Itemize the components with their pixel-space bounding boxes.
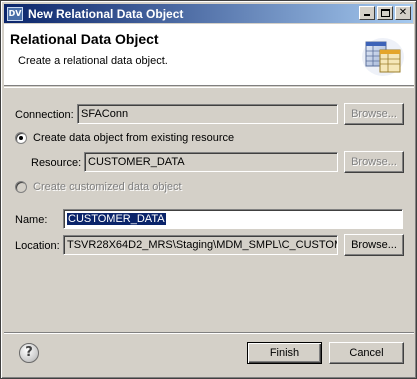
title-bar[interactable]: DV New Relational Data Object ✕ [4,4,413,23]
page-title: Relational Data Object [10,31,159,47]
name-label: Name: [15,214,48,226]
customized-object-radio [15,181,27,193]
maximize-button[interactable] [377,6,393,20]
help-icon[interactable]: ? [19,343,39,363]
name-input[interactable]: CUSTOMER_DATA [63,209,403,229]
existing-resource-radio[interactable] [15,132,27,144]
connection-browse-button: Browse... [344,103,404,125]
window-title: New Relational Data Object [28,6,184,21]
resource-field: CUSTOMER_DATA [84,152,338,172]
customized-object-label: Create customized data object [33,181,182,193]
location-browse-button[interactable]: Browse... [344,234,404,256]
cancel-button[interactable]: Cancel [329,342,404,364]
wizard-header: Relational Data Object Create a relation… [4,24,414,86]
header-divider [4,87,414,88]
minimize-icon [364,14,370,16]
connection-label: Connection: [15,109,74,121]
footer-divider [4,332,414,334]
name-selected-text: CUSTOMER_DATA [67,213,166,225]
location-label: Location: [15,240,60,252]
app-icon: DV [7,6,23,21]
connection-field: SFAConn [77,104,338,124]
resource-browse-button: Browse... [344,151,404,173]
existing-resource-label[interactable]: Create data object from existing resourc… [33,132,234,144]
new-relational-data-object-dialog: DV New Relational Data Object ✕ Relation… [0,0,417,379]
radio-selected-dot [19,136,23,140]
location-field: TSVR28X64D2_MRS\Staging\MDM_SMPL\C_CUSTO… [63,235,338,255]
relational-table-icon [362,38,404,76]
finish-button[interactable]: Finish [247,342,322,364]
window-controls: ✕ [357,6,411,20]
page-description: Create a relational data object. [18,55,168,67]
maximize-icon [381,9,390,17]
minimize-button[interactable] [359,6,375,20]
close-icon: ✕ [398,7,408,18]
close-button[interactable]: ✕ [395,6,411,20]
resource-label: Resource: [31,157,82,169]
